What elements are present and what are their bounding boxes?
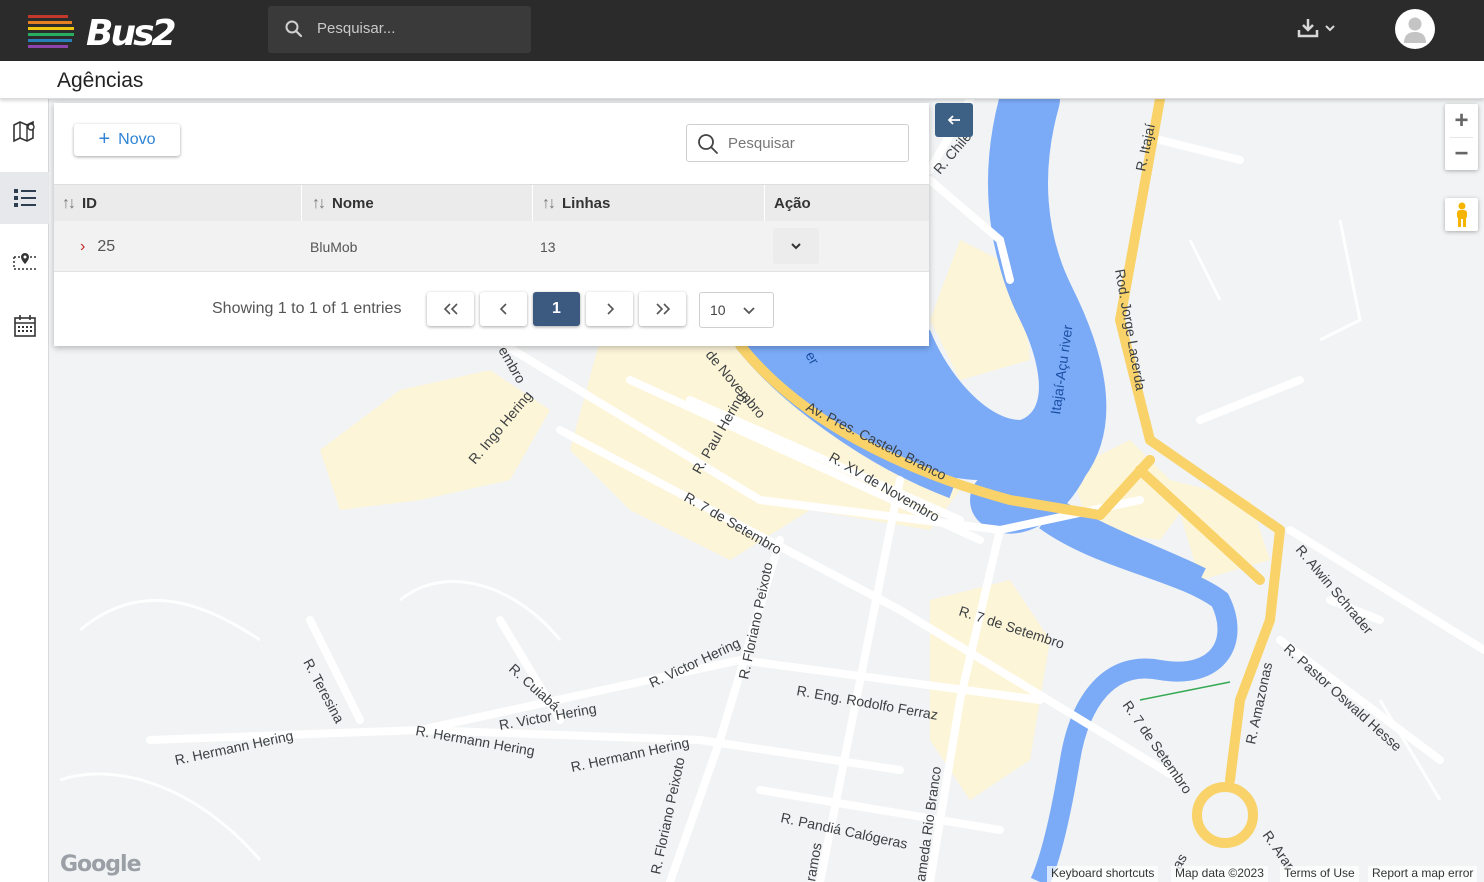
agencies-panel: + Novo Pesquisar ↑↓ ID ↑↓ Nome ↑↓ Linhas…	[54, 103, 929, 346]
list-icon	[13, 189, 36, 207]
column-header-name[interactable]: ↑↓ Nome	[312, 185, 374, 222]
user-avatar[interactable]	[1395, 9, 1435, 49]
global-search[interactable]: Pesquisar...	[268, 6, 531, 53]
global-search-placeholder: Pesquisar...	[317, 20, 396, 37]
double-chevron-left-icon	[443, 303, 458, 315]
column-divider	[764, 185, 765, 222]
page-button-current[interactable]: 1	[533, 292, 580, 326]
page-title: Agências	[57, 69, 144, 92]
logo-stripes-icon	[28, 15, 74, 48]
map-label: R. Pastor Oswald Hesse	[1281, 640, 1405, 754]
sort-icon: ↑↓	[542, 194, 556, 212]
cell-id: › 25	[80, 221, 115, 272]
sort-icon: ↑↓	[312, 194, 326, 212]
double-chevron-right-icon	[655, 303, 670, 315]
map-zoom-controls: + −	[1445, 104, 1478, 170]
report-map-error-link[interactable]: Report a map error	[1368, 866, 1478, 882]
search-icon	[698, 134, 718, 154]
map-data-attribution: Map data ©2023	[1171, 866, 1268, 882]
collapse-panel-button[interactable]	[935, 103, 973, 137]
download-menu-button[interactable]	[1294, 15, 1340, 43]
table-row[interactable]: › 25 BluMob 13	[54, 221, 929, 272]
zoom-in-button[interactable]: +	[1445, 104, 1478, 137]
map-label: R. Pandiá Calógeras	[779, 809, 909, 852]
column-label: Linhas	[562, 195, 611, 212]
first-page-button[interactable]	[427, 292, 474, 326]
chevron-right-icon	[606, 303, 614, 315]
search-icon	[285, 20, 303, 38]
download-icon	[1297, 19, 1335, 38]
chevron-down-icon	[743, 307, 755, 315]
new-agency-label: Novo	[118, 131, 156, 148]
column-header-lines[interactable]: ↑↓ Linhas	[542, 185, 610, 222]
user-icon	[1404, 17, 1426, 43]
route-icon	[12, 253, 36, 270]
logo-text: Bus2	[86, 13, 177, 54]
sidebar-item-routes[interactable]	[0, 236, 49, 288]
column-header-action: Ação	[774, 185, 811, 222]
cell-name: BluMob	[310, 238, 358, 255]
sidebar-item-calendar[interactable]	[0, 300, 49, 352]
table-search-placeholder: Pesquisar	[728, 135, 795, 152]
sidebar	[0, 99, 49, 882]
map-icon	[12, 120, 35, 143]
column-label: ID	[82, 195, 97, 212]
sidebar-item-list[interactable]	[0, 172, 49, 224]
page-size-select[interactable]: 10	[699, 292, 774, 328]
terms-of-use-link[interactable]: Terms of Use	[1280, 866, 1359, 882]
map-label: R. Teresina	[300, 656, 347, 726]
expand-row-chevron-icon[interactable]: ›	[80, 238, 85, 256]
pagination: Showing 1 to 1 of 1 entries 1 10	[54, 292, 929, 328]
chevron-down-icon	[791, 243, 801, 250]
street-view-pegman[interactable]	[1445, 198, 1478, 231]
map-label: R. Eng. Rodolfo Ferraz	[795, 682, 939, 723]
cell-id-value: 25	[97, 237, 116, 255]
keyboard-shortcuts-link[interactable]: Keyboard shortcuts	[1047, 866, 1159, 882]
calendar-icon	[13, 315, 36, 337]
column-label: Nome	[332, 195, 374, 212]
prev-page-button[interactable]	[480, 292, 527, 326]
table-search-input[interactable]: Pesquisar	[686, 124, 909, 162]
column-label: Ação	[774, 195, 811, 212]
row-action-dropdown[interactable]	[773, 228, 819, 264]
next-page-button[interactable]	[586, 292, 633, 326]
column-divider	[532, 185, 533, 222]
cell-lines: 13	[540, 238, 556, 255]
column-divider	[301, 185, 302, 222]
new-agency-button[interactable]: + Novo	[74, 124, 180, 156]
top-bar: Bus2 Pesquisar...	[0, 0, 1484, 61]
page-header: Agências	[0, 61, 1484, 99]
column-header-id[interactable]: ↑↓ ID	[62, 185, 97, 222]
sidebar-item-map[interactable]	[0, 106, 49, 158]
arrow-left-icon	[947, 115, 960, 125]
chevron-left-icon	[499, 303, 507, 315]
last-page-button[interactable]	[639, 292, 686, 326]
zoom-out-button[interactable]: −	[1445, 137, 1478, 170]
app-logo[interactable]: Bus2	[28, 9, 178, 54]
page-size-value: 10	[710, 302, 726, 318]
sort-icon: ↑↓	[62, 194, 76, 212]
plus-icon: +	[98, 127, 111, 150]
pagination-info: Showing 1 to 1 of 1 entries	[212, 300, 402, 317]
google-logo: Google	[60, 852, 141, 877]
pegman-icon	[1456, 202, 1467, 227]
table-header: ↑↓ ID ↑↓ Nome ↑↓ Linhas Ação	[54, 184, 929, 222]
